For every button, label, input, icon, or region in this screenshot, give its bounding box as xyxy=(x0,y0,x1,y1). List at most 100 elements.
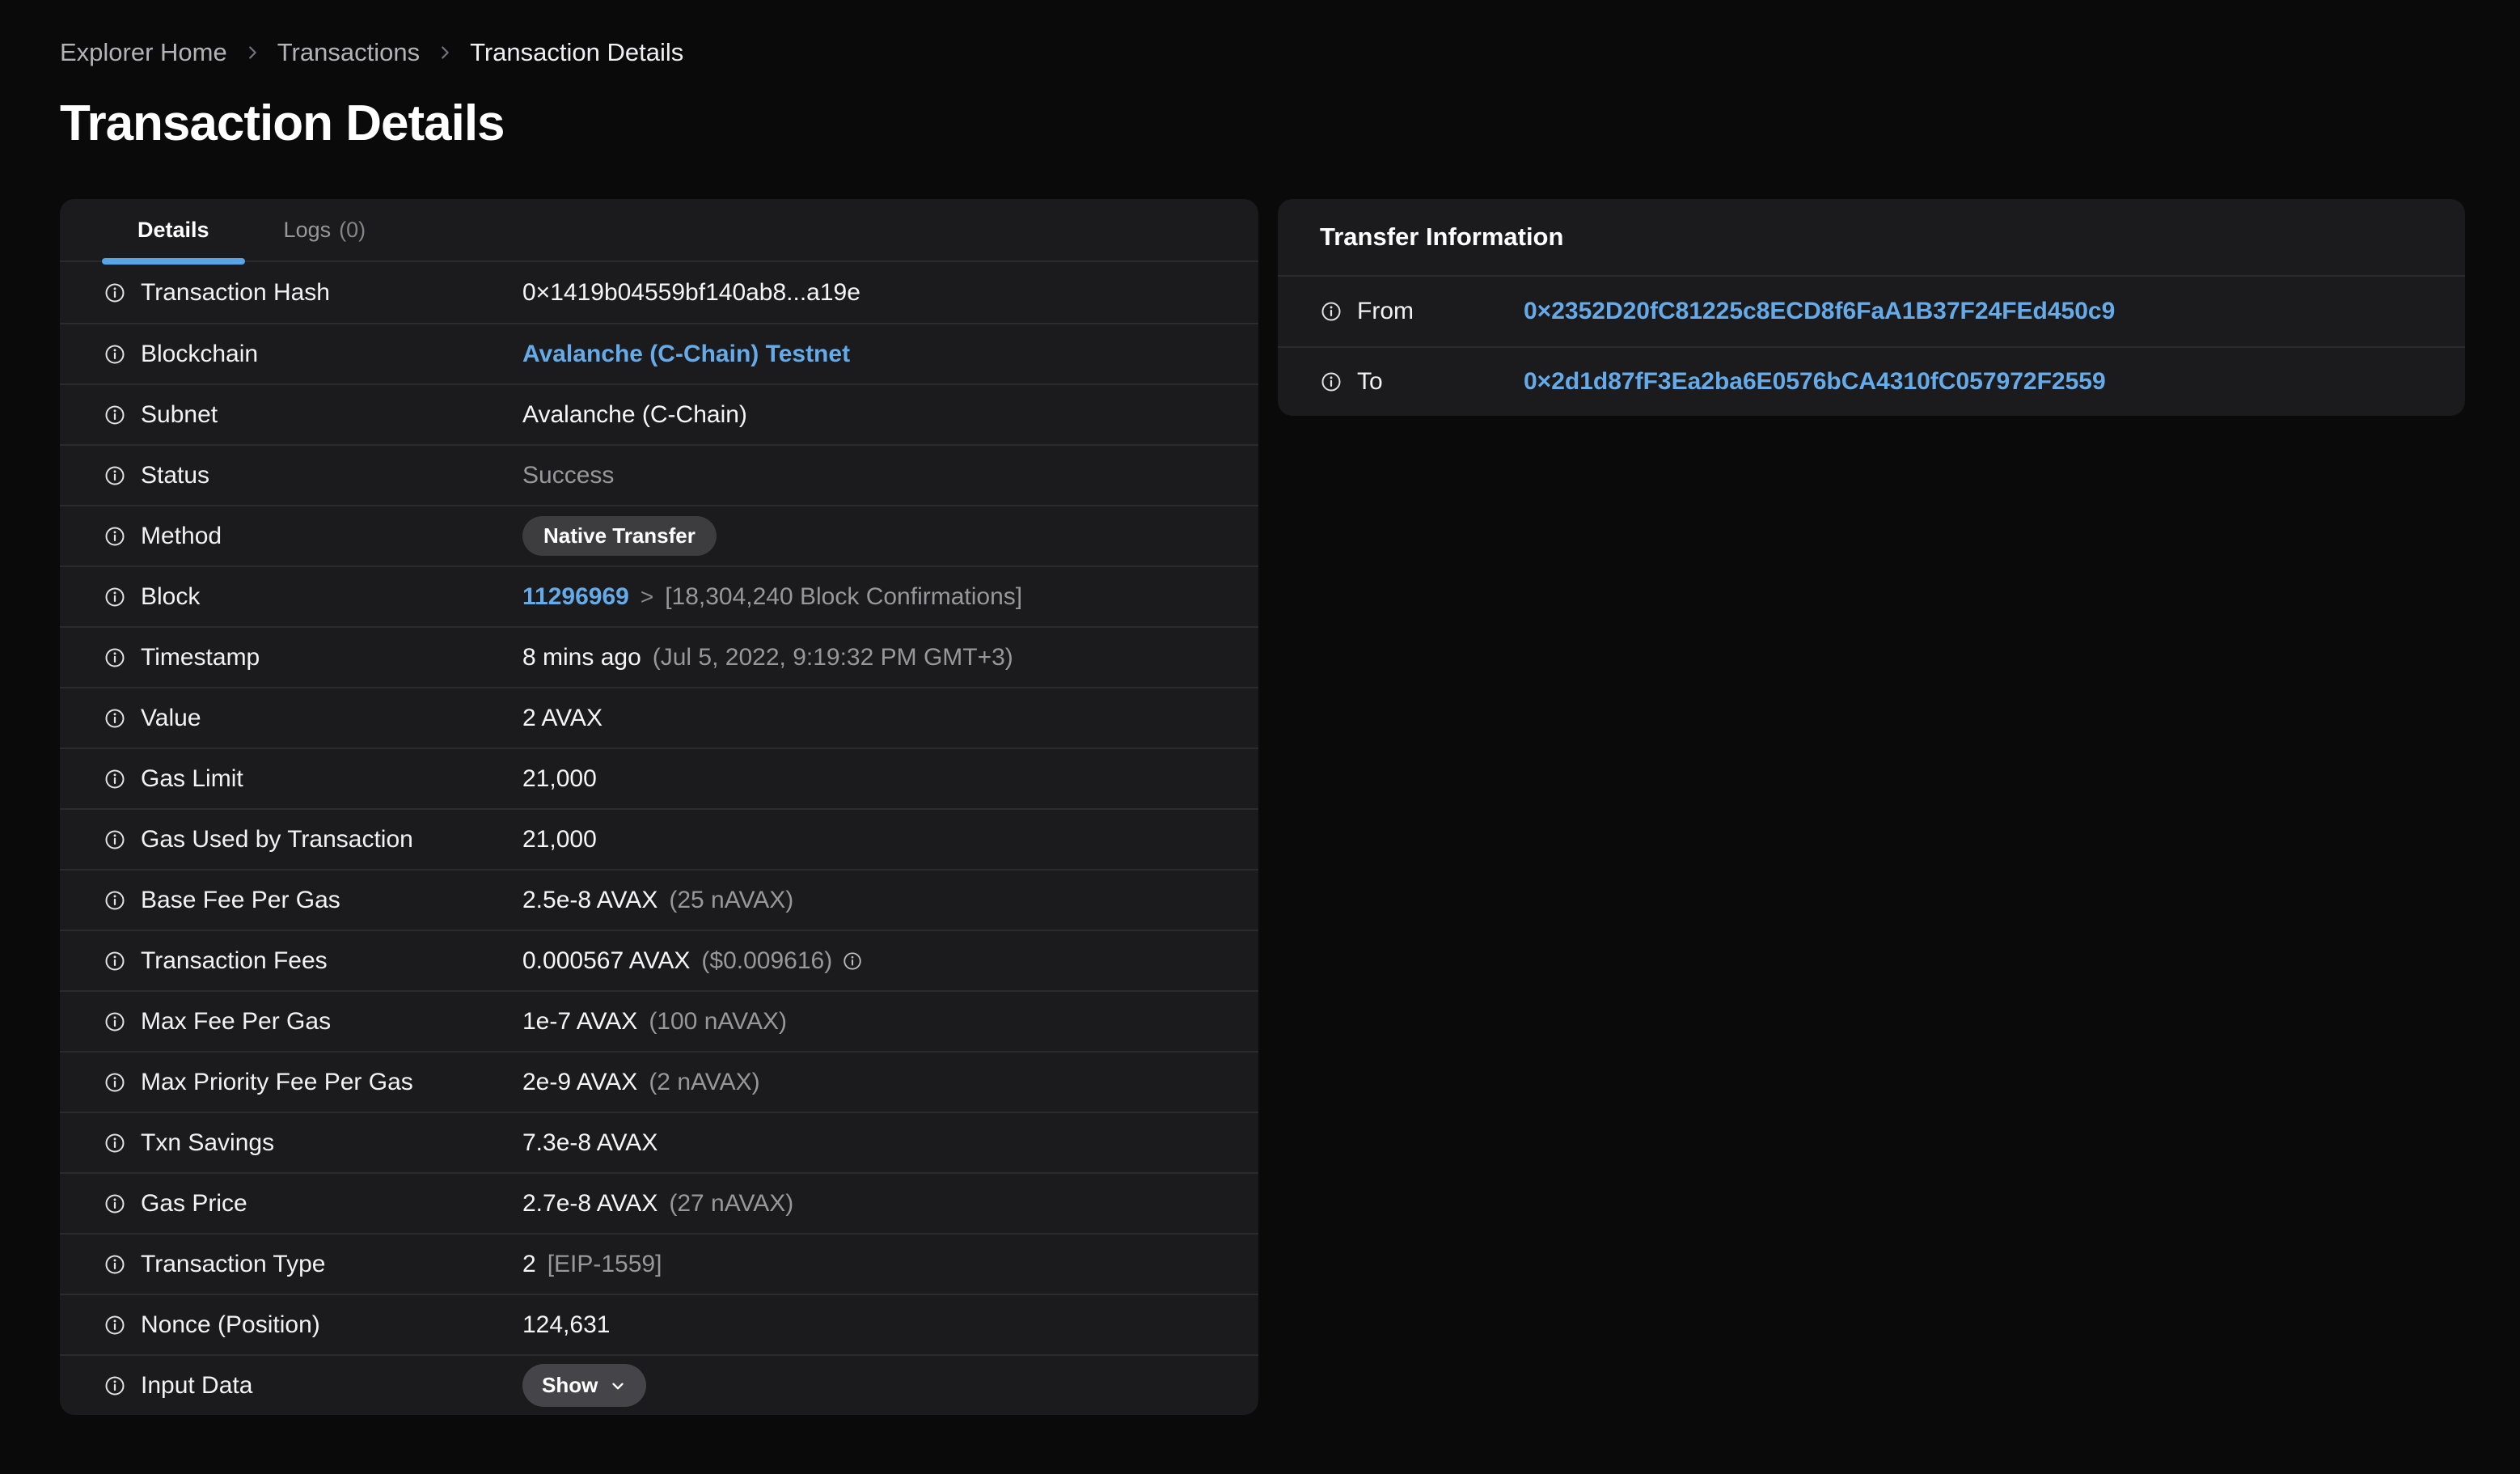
info-icon[interactable] xyxy=(104,282,126,304)
gas-price-value: 2.7e-8 AVAX xyxy=(522,1189,658,1217)
block-number-link[interactable]: 11296969 xyxy=(522,583,629,611)
row-gas-used: Gas Used by Transaction 21,000 xyxy=(60,808,1258,869)
tab-bar: Details Logs (0) xyxy=(60,199,1258,265)
row-nonce: Nonce (Position) 124,631 xyxy=(60,1294,1258,1354)
row-label-text: Nonce (Position) xyxy=(141,1311,320,1338)
tab-logs-count: (0) xyxy=(339,217,366,242)
method-badge: Native Transfer xyxy=(522,516,717,557)
row-label-text: Transaction Fees xyxy=(141,947,328,974)
to-address-link[interactable]: 0×2d1d87fF3Ea2ba6E0576bCA4310fC057972F25… xyxy=(1524,368,2106,395)
transaction-fees-value: 0.000567 AVAX xyxy=(522,947,691,974)
gas-price-detail: (27 nAVAX) xyxy=(669,1189,794,1217)
info-icon[interactable] xyxy=(104,950,126,972)
row-input-data: Input Data Show xyxy=(60,1354,1258,1415)
info-icon[interactable] xyxy=(104,464,126,487)
row-label-text: Gas Used by Transaction xyxy=(141,825,413,853)
block-separator: > xyxy=(640,583,654,609)
max-fee-detail: (100 nAVAX) xyxy=(649,1007,787,1035)
info-icon[interactable] xyxy=(104,343,126,366)
details-rows: Transaction Hash 0×1419b04559bf140ab8...… xyxy=(60,262,1258,1415)
info-icon[interactable] xyxy=(104,1132,126,1154)
row-label-text: Method xyxy=(141,522,222,549)
row-label-text: Base Fee Per Gas xyxy=(141,886,340,913)
tab-logs[interactable]: Logs (0) xyxy=(247,199,404,260)
row-method: Method Native Transfer xyxy=(60,505,1258,565)
nonce-value: 124,631 xyxy=(522,1311,611,1338)
info-icon[interactable] xyxy=(104,1314,126,1336)
info-icon[interactable] xyxy=(104,768,126,790)
info-icon[interactable] xyxy=(1320,371,1342,393)
chevron-right-icon xyxy=(243,44,261,61)
row-gas-price: Gas Price 2.7e-8 AVAX (27 nAVAX) xyxy=(60,1172,1258,1233)
gas-used-value: 21,000 xyxy=(522,825,597,853)
row-label-text: Gas Price xyxy=(141,1189,247,1217)
transaction-type-value: 2 xyxy=(522,1250,536,1277)
row-label-text: Max Fee Per Gas xyxy=(141,1007,332,1035)
base-fee-value: 2.5e-8 AVAX xyxy=(522,886,658,913)
row-label-text: Gas Limit xyxy=(141,765,243,792)
row-label-text: Input Data xyxy=(141,1371,253,1399)
txn-savings-value: 7.3e-8 AVAX xyxy=(522,1129,658,1156)
transaction-type-detail: [EIP-1559] xyxy=(547,1250,662,1277)
block-confirmations: [18,304,240 Block Confirmations] xyxy=(665,582,1023,610)
row-txn-savings: Txn Savings 7.3e-8 AVAX xyxy=(60,1112,1258,1172)
info-icon[interactable] xyxy=(104,707,126,730)
row-label-text: Timestamp xyxy=(141,643,260,671)
show-button-label: Show xyxy=(542,1373,598,1398)
row-max-priority-fee: Max Priority Fee Per Gas 2e-9 AVAX (2 nA… xyxy=(60,1051,1258,1112)
info-icon[interactable] xyxy=(104,1071,126,1094)
transfer-card-title: Transfer Information xyxy=(1278,199,2465,277)
details-card: Details Logs (0) Transaction Hash 0×1419… xyxy=(60,199,1258,1416)
status-value: Success xyxy=(522,461,615,489)
row-label-text: Status xyxy=(141,461,210,489)
max-priority-fee-value: 2e-9 AVAX xyxy=(522,1068,638,1095)
info-icon[interactable] xyxy=(104,525,126,548)
transfer-card: Transfer Information From 0×2352D20fC812… xyxy=(1278,199,2465,417)
info-icon[interactable] xyxy=(104,404,126,426)
row-label-text: Max Priority Fee Per Gas xyxy=(141,1068,413,1095)
info-icon[interactable] xyxy=(104,828,126,851)
tab-details[interactable]: Details xyxy=(100,199,247,265)
row-blockchain: Blockchain Avalanche (C-Chain) Testnet xyxy=(60,323,1258,383)
transaction-details-page: Explorer Home Transactions Transaction D… xyxy=(0,0,2520,1416)
info-icon[interactable] xyxy=(1320,300,1342,323)
blockchain-link[interactable]: Avalanche (C-Chain) Testnet xyxy=(522,341,850,368)
chevron-right-icon xyxy=(436,44,454,61)
page-title: Transaction Details xyxy=(60,95,505,152)
transaction-fees-usd: ($0.009616) xyxy=(701,947,833,974)
info-icon[interactable] xyxy=(104,1374,126,1397)
row-gas-limit: Gas Limit 21,000 xyxy=(60,748,1258,808)
row-label-text: Value xyxy=(141,704,201,731)
row-label-text: Transaction Hash xyxy=(141,278,330,306)
row-transaction-type: Transaction Type 2 [EIP-1559] xyxy=(60,1233,1258,1294)
chevron-down-icon xyxy=(612,1383,624,1390)
fee-info-icon[interactable] xyxy=(842,951,863,972)
breadcrumb-explorer-home[interactable]: Explorer Home xyxy=(60,37,227,67)
row-max-fee: Max Fee Per Gas 1e-7 AVAX (100 nAVAX) xyxy=(60,990,1258,1051)
row-label-text: Blockchain xyxy=(141,340,259,367)
row-status: Status Success xyxy=(60,444,1258,505)
show-input-data-button[interactable]: Show xyxy=(522,1364,647,1408)
breadcrumb-current: Transaction Details xyxy=(470,38,684,66)
transaction-hash-value: 0×1419b04559bf140ab8...a19e xyxy=(522,278,860,306)
row-label-text: Block xyxy=(141,582,201,610)
timestamp-relative: 8 mins ago xyxy=(522,643,641,671)
row-from: From 0×2352D20fC81225c8ECD8f6FaA1B37F24F… xyxy=(1278,277,2465,346)
row-base-fee: Base Fee Per Gas 2.5e-8 AVAX (25 nAVAX) xyxy=(60,869,1258,930)
info-icon[interactable] xyxy=(104,1192,126,1215)
info-icon[interactable] xyxy=(104,1010,126,1033)
base-fee-detail: (25 nAVAX) xyxy=(669,886,794,913)
content: Details Logs (0) Transaction Hash 0×1419… xyxy=(60,199,2465,1416)
row-transaction-fees: Transaction Fees 0.000567 AVAX ($0.00961… xyxy=(60,930,1258,990)
row-timestamp: Timestamp 8 mins ago (Jul 5, 2022, 9:19:… xyxy=(60,626,1258,687)
from-address-link[interactable]: 0×2352D20fC81225c8ECD8f6FaA1B37F24FEd450… xyxy=(1524,298,2115,324)
max-priority-fee-detail: (2 nAVAX) xyxy=(649,1068,760,1095)
tab-logs-label: Logs xyxy=(283,217,332,242)
breadcrumb: Explorer Home Transactions Transaction D… xyxy=(60,37,2465,67)
info-icon[interactable] xyxy=(104,1253,126,1276)
info-icon[interactable] xyxy=(104,646,126,669)
value-amount: 2 AVAX xyxy=(522,704,603,731)
breadcrumb-transactions[interactable]: Transactions xyxy=(277,37,420,67)
info-icon[interactable] xyxy=(104,889,126,912)
info-icon[interactable] xyxy=(104,586,126,608)
